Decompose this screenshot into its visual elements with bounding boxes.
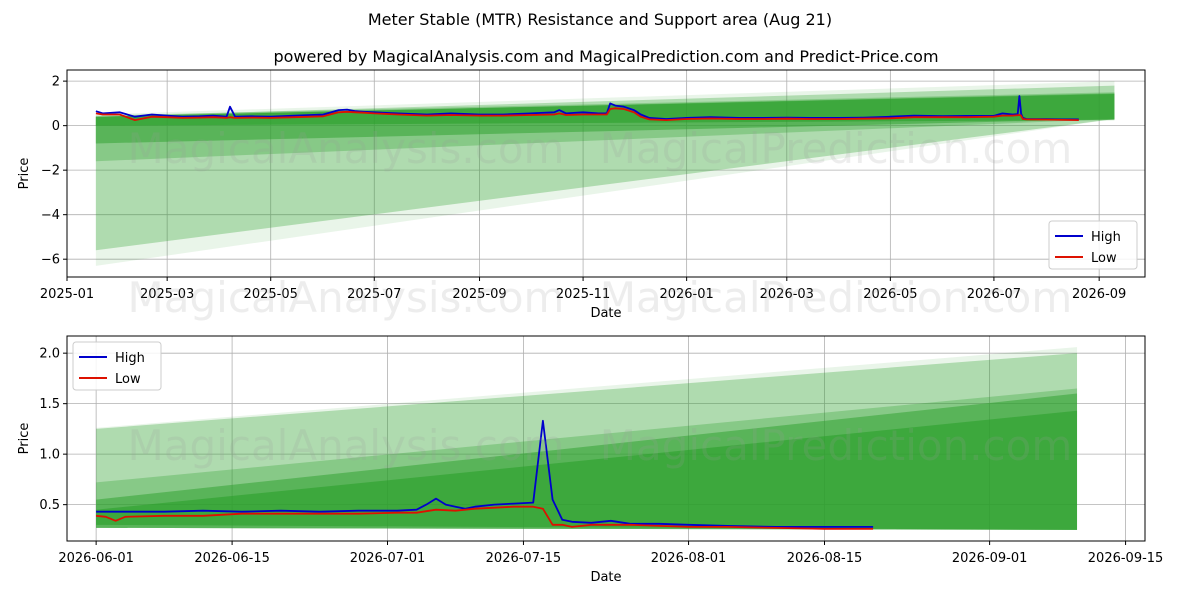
- watermark-text: MagicalAnalysis.com: [128, 273, 565, 322]
- x-tick-label: 2026-06-01: [58, 551, 134, 566]
- y-tick-label: −6: [41, 253, 60, 268]
- watermark-text: MagicalPrediction.com: [600, 124, 1073, 173]
- y-tick-label: 2.0: [39, 347, 60, 362]
- x-tick-label: 2026-07-01: [350, 551, 426, 566]
- watermark-text: MagicalAnalysis.com: [128, 124, 565, 173]
- x-axis-label: Date: [590, 570, 621, 585]
- y-tick-label: −2: [41, 164, 60, 179]
- x-tick-label: 2026-07-15: [486, 551, 562, 566]
- legend-label-low: Low: [1091, 251, 1117, 266]
- y-tick-label: −4: [41, 208, 60, 223]
- watermark-text: MagicalPrediction.com: [600, 421, 1073, 470]
- x-tick-label: 2026-06-15: [194, 551, 270, 566]
- watermark-text: MagicalPrediction.com: [600, 273, 1073, 322]
- legend-label-low: Low: [115, 372, 141, 387]
- chart-subtitle: powered by MagicalAnalysis.com and Magic…: [273, 47, 938, 66]
- x-tick-label: 2026-09-15: [1088, 551, 1164, 566]
- y-tick-label: 0.5: [39, 498, 60, 513]
- legend-label-high: High: [1091, 230, 1121, 245]
- y-tick-label: 1.5: [39, 397, 60, 412]
- x-tick-label: 2026-09-01: [952, 551, 1028, 566]
- watermark-text: MagicalAnalysis.com: [128, 421, 565, 470]
- y-tick-label: 1.0: [39, 448, 60, 463]
- x-tick-label: 2026-08-01: [651, 551, 727, 566]
- y-axis-label: Price: [17, 158, 32, 190]
- legend-label-high: High: [115, 351, 145, 366]
- x-tick-label: 2025-01: [40, 287, 94, 302]
- x-tick-label: 2026-09: [1072, 287, 1126, 302]
- legend: High Low: [72, 341, 162, 391]
- x-tick-label: 2026-08-15: [787, 551, 863, 566]
- chart-title: Meter Stable (MTR) Resistance and Suppor…: [368, 10, 832, 29]
- y-tick-label: 2: [52, 75, 60, 90]
- chart-canvas: Meter Stable (MTR) Resistance and Suppor…: [17, 10, 1164, 585]
- legend: High Low: [1048, 220, 1138, 270]
- y-tick-label: 0: [52, 119, 60, 134]
- y-axis-label: Price: [17, 423, 32, 455]
